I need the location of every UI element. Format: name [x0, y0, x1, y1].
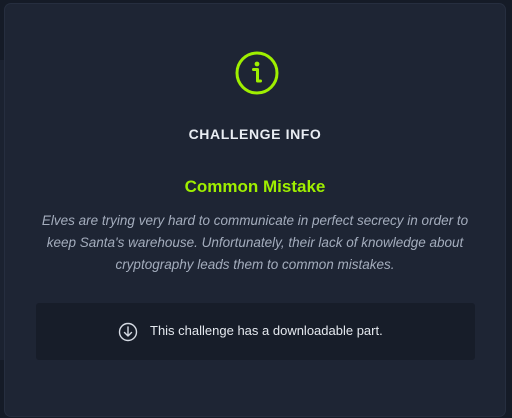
download-icon — [118, 322, 138, 342]
challenge-name: Common Mistake — [184, 177, 326, 196]
modal-title: CHALLENGE INFO — [188, 126, 322, 142]
challenge-description: Elves are trying very hard to communicat… — [41, 213, 469, 272]
download-label: This challenge has a downloadable part. — [150, 323, 383, 338]
challenge-info-modal: CHALLENGE INFO Common Mistake Elves are … — [5, 4, 505, 416]
info-icon — [234, 50, 280, 96]
download-button[interactable]: This challenge has a downloadable part. — [36, 303, 475, 360]
